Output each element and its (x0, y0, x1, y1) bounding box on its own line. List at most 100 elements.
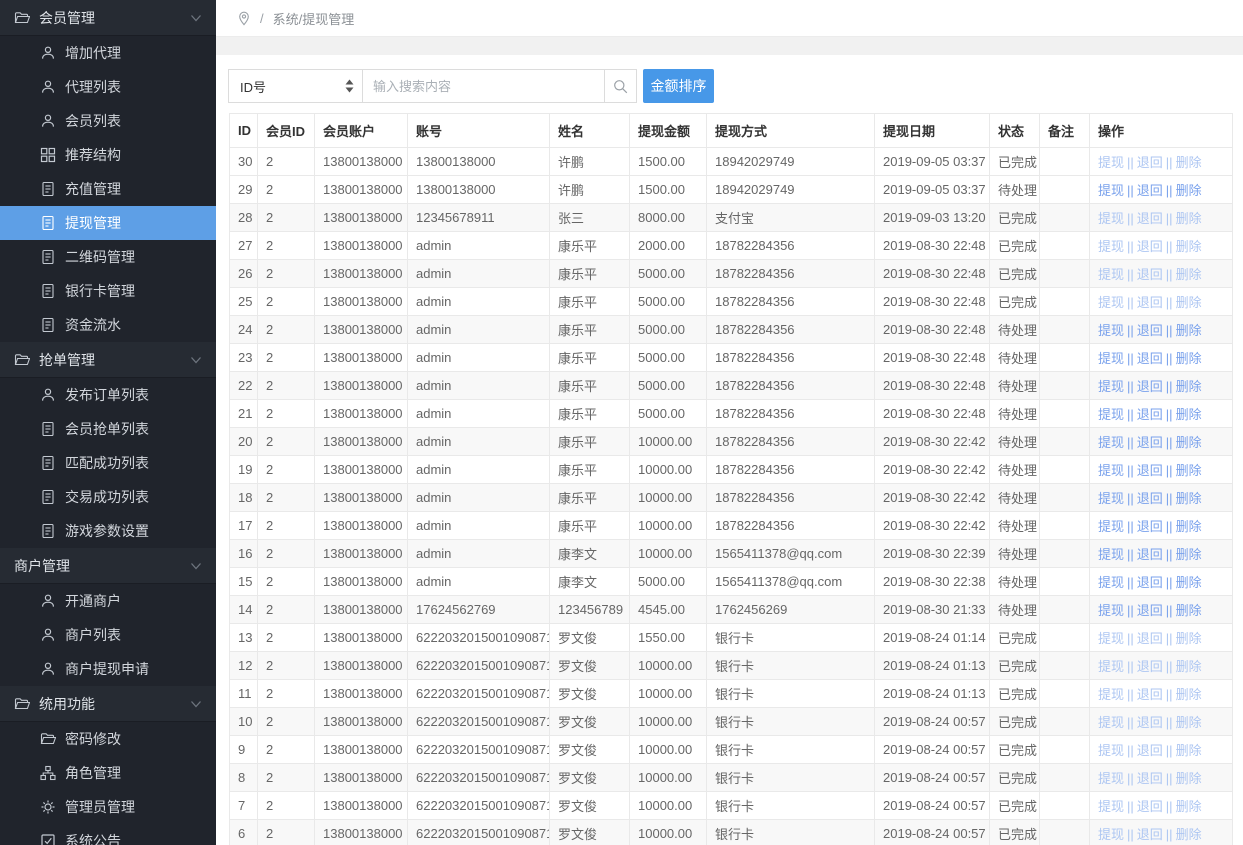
delete-action-link[interactable]: 删除 (1176, 743, 1202, 758)
withdraw-action-link[interactable]: 提现 (1098, 659, 1124, 674)
return-action-link[interactable]: 退回 (1137, 547, 1163, 562)
withdraw-action-link[interactable]: 提现 (1098, 239, 1124, 254)
delete-action-link[interactable]: 删除 (1176, 659, 1202, 674)
delete-action-link[interactable]: 删除 (1176, 547, 1202, 562)
sidebar-item[interactable]: 会员列表 (0, 104, 216, 138)
return-action-link[interactable]: 退回 (1137, 687, 1163, 702)
return-action-link[interactable]: 退回 (1137, 407, 1163, 422)
withdraw-action-link[interactable]: 提现 (1098, 323, 1124, 338)
search-button[interactable] (605, 69, 637, 103)
withdraw-action-link[interactable]: 提现 (1098, 631, 1124, 646)
return-action-link[interactable]: 退回 (1137, 463, 1163, 478)
delete-action-link[interactable]: 删除 (1176, 155, 1202, 170)
return-action-link[interactable]: 退回 (1137, 659, 1163, 674)
delete-action-link[interactable]: 删除 (1176, 687, 1202, 702)
withdraw-action-link[interactable]: 提现 (1098, 743, 1124, 758)
return-action-link[interactable]: 退回 (1137, 211, 1163, 226)
delete-action-link[interactable]: 删除 (1176, 771, 1202, 786)
withdraw-action-link[interactable]: 提现 (1098, 519, 1124, 534)
withdraw-action-link[interactable]: 提现 (1098, 211, 1124, 226)
sidebar-item[interactable]: 充值管理 (0, 172, 216, 206)
delete-action-link[interactable]: 删除 (1176, 435, 1202, 450)
search-type-select[interactable]: ID号 (228, 69, 363, 103)
withdraw-action-link[interactable]: 提现 (1098, 351, 1124, 366)
sidebar-item[interactable]: 商户提现申请 (0, 652, 216, 686)
sidebar-item[interactable]: 商户列表 (0, 618, 216, 652)
return-action-link[interactable]: 退回 (1137, 715, 1163, 730)
sidebar-item[interactable]: 增加代理 (0, 36, 216, 70)
delete-action-link[interactable]: 删除 (1176, 715, 1202, 730)
delete-action-link[interactable]: 删除 (1176, 491, 1202, 506)
withdraw-action-link[interactable]: 提现 (1098, 295, 1124, 310)
withdraw-action-link[interactable]: 提现 (1098, 603, 1124, 618)
return-action-link[interactable]: 退回 (1137, 295, 1163, 310)
delete-action-link[interactable]: 删除 (1176, 407, 1202, 422)
sidebar-item[interactable]: 推荐结构 (0, 138, 216, 172)
search-input[interactable] (363, 69, 605, 103)
return-action-link[interactable]: 退回 (1137, 155, 1163, 170)
sidebar-item[interactable]: 资金流水 (0, 308, 216, 342)
sidebar-item[interactable]: 开通商户 (0, 584, 216, 618)
return-action-link[interactable]: 退回 (1137, 631, 1163, 646)
delete-action-link[interactable]: 删除 (1176, 799, 1202, 814)
return-action-link[interactable]: 退回 (1137, 239, 1163, 254)
return-action-link[interactable]: 退回 (1137, 771, 1163, 786)
sidebar-item[interactable]: 发布订单列表 (0, 378, 216, 412)
sidebar-item[interactable]: 银行卡管理 (0, 274, 216, 308)
withdraw-action-link[interactable]: 提现 (1098, 687, 1124, 702)
withdraw-action-link[interactable]: 提现 (1098, 379, 1124, 394)
withdraw-action-link[interactable]: 提现 (1098, 155, 1124, 170)
sidebar-item[interactable]: 二维码管理 (0, 240, 216, 274)
sidebar-item[interactable]: 游戏参数设置 (0, 514, 216, 548)
withdraw-action-link[interactable]: 提现 (1098, 267, 1124, 282)
sidebar-item-active[interactable]: 提现管理 (0, 206, 216, 240)
sidebar-section-header-2[interactable]: 商户管理 (0, 548, 216, 584)
delete-action-link[interactable]: 删除 (1176, 463, 1202, 478)
withdraw-action-link[interactable]: 提现 (1098, 799, 1124, 814)
return-action-link[interactable]: 退回 (1137, 491, 1163, 506)
withdraw-action-link[interactable]: 提现 (1098, 463, 1124, 478)
sidebar-item[interactable]: 系统公告 (0, 824, 216, 845)
sidebar-section-header-1[interactable]: 抢单管理 (0, 342, 216, 378)
delete-action-link[interactable]: 删除 (1176, 379, 1202, 394)
return-action-link[interactable]: 退回 (1137, 267, 1163, 282)
withdraw-action-link[interactable]: 提现 (1098, 771, 1124, 786)
withdraw-action-link[interactable]: 提现 (1098, 491, 1124, 506)
sidebar-section-header-0[interactable]: 会员管理 (0, 0, 216, 36)
return-action-link[interactable]: 退回 (1137, 799, 1163, 814)
withdraw-action-link[interactable]: 提现 (1098, 575, 1124, 590)
sidebar-item[interactable]: 管理员管理 (0, 790, 216, 824)
return-action-link[interactable]: 退回 (1137, 183, 1163, 198)
withdraw-action-link[interactable]: 提现 (1098, 827, 1124, 842)
sidebar-item[interactable]: 匹配成功列表 (0, 446, 216, 480)
withdraw-action-link[interactable]: 提现 (1098, 547, 1124, 562)
return-action-link[interactable]: 退回 (1137, 323, 1163, 338)
sidebar-item[interactable]: 交易成功列表 (0, 480, 216, 514)
return-action-link[interactable]: 退回 (1137, 351, 1163, 366)
withdraw-action-link[interactable]: 提现 (1098, 183, 1124, 198)
return-action-link[interactable]: 退回 (1137, 379, 1163, 394)
delete-action-link[interactable]: 删除 (1176, 827, 1202, 842)
sidebar-section-header-3[interactable]: 统用功能 (0, 686, 216, 722)
return-action-link[interactable]: 退回 (1137, 603, 1163, 618)
delete-action-link[interactable]: 删除 (1176, 631, 1202, 646)
return-action-link[interactable]: 退回 (1137, 827, 1163, 842)
delete-action-link[interactable]: 删除 (1176, 351, 1202, 366)
delete-action-link[interactable]: 删除 (1176, 323, 1202, 338)
delete-action-link[interactable]: 删除 (1176, 211, 1202, 226)
delete-action-link[interactable]: 删除 (1176, 603, 1202, 618)
return-action-link[interactable]: 退回 (1137, 575, 1163, 590)
withdraw-action-link[interactable]: 提现 (1098, 407, 1124, 422)
withdraw-action-link[interactable]: 提现 (1098, 715, 1124, 730)
return-action-link[interactable]: 退回 (1137, 519, 1163, 534)
delete-action-link[interactable]: 删除 (1176, 239, 1202, 254)
delete-action-link[interactable]: 删除 (1176, 519, 1202, 534)
delete-action-link[interactable]: 删除 (1176, 267, 1202, 282)
delete-action-link[interactable]: 删除 (1176, 575, 1202, 590)
amount-sort-button[interactable]: 金额排序 (643, 69, 714, 103)
sidebar-item[interactable]: 会员抢单列表 (0, 412, 216, 446)
return-action-link[interactable]: 退回 (1137, 435, 1163, 450)
sidebar-item[interactable]: 密码修改 (0, 722, 216, 756)
sidebar-item[interactable]: 角色管理 (0, 756, 216, 790)
delete-action-link[interactable]: 删除 (1176, 295, 1202, 310)
